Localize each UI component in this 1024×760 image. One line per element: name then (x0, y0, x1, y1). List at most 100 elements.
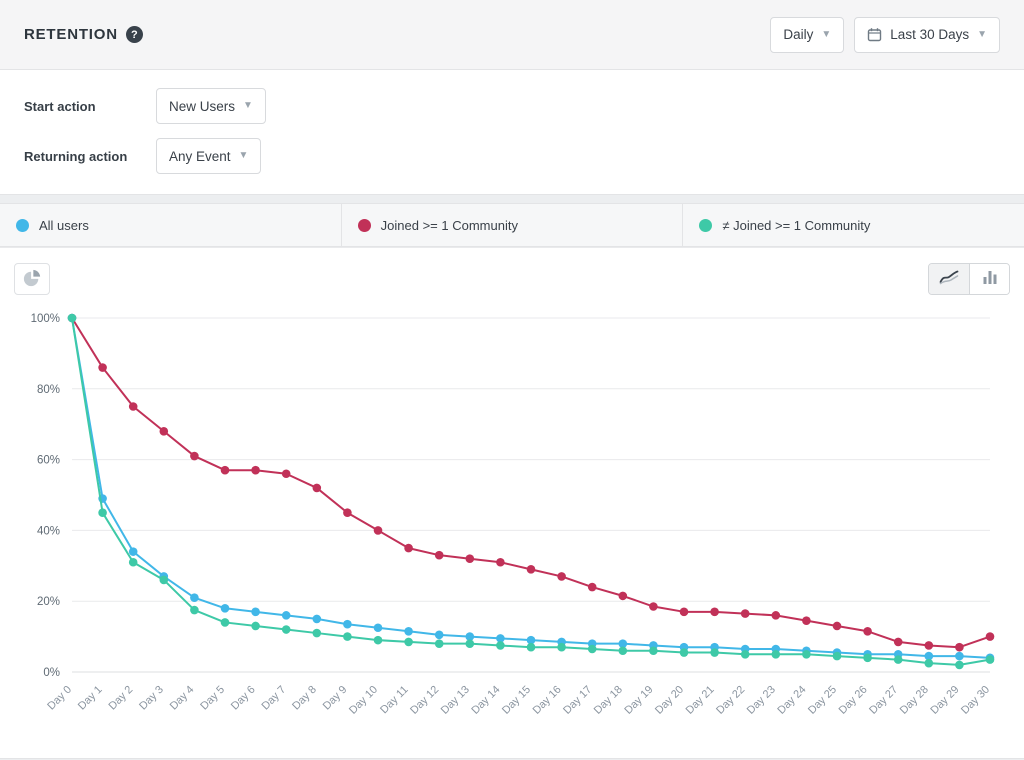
data-point[interactable] (680, 608, 689, 617)
date-range-dropdown[interactable]: Last 30 Days ▼ (854, 17, 1000, 53)
data-point[interactable] (772, 611, 781, 620)
data-point[interactable] (894, 638, 903, 647)
data-point[interactable] (619, 646, 628, 655)
data-point[interactable] (986, 655, 995, 664)
data-point[interactable] (955, 652, 964, 661)
data-point[interactable] (833, 622, 842, 631)
data-point[interactable] (435, 551, 444, 560)
data-point[interactable] (404, 627, 413, 636)
data-point[interactable] (98, 508, 107, 517)
data-point[interactable] (863, 627, 872, 636)
data-point[interactable] (435, 639, 444, 648)
data-point[interactable] (496, 558, 505, 567)
data-point[interactable] (190, 606, 199, 615)
data-point[interactable] (710, 648, 719, 657)
help-icon[interactable]: ? (126, 26, 143, 43)
granularity-dropdown[interactable]: Daily ▼ (770, 17, 844, 53)
data-point[interactable] (251, 608, 260, 617)
data-point[interactable] (894, 655, 903, 664)
data-point[interactable] (221, 618, 230, 627)
data-point[interactable] (251, 622, 260, 631)
data-point[interactable] (863, 654, 872, 663)
controls-panel: Start action New Users ▼ Returning actio… (0, 70, 1024, 195)
legend-item-joined-community[interactable]: Joined >= 1 Community (342, 204, 684, 246)
data-point[interactable] (925, 641, 934, 650)
data-point[interactable] (802, 616, 811, 625)
svg-text:Day 24: Day 24 (775, 684, 808, 717)
svg-text:Day 26: Day 26 (837, 684, 870, 717)
svg-text:40%: 40% (37, 525, 60, 537)
data-point[interactable] (129, 402, 138, 411)
data-point[interactable] (313, 629, 322, 638)
data-point[interactable] (955, 643, 964, 652)
legend-item-not-joined-community[interactable]: ≠ Joined >= 1 Community (683, 204, 1024, 246)
data-point[interactable] (680, 648, 689, 657)
data-point[interactable] (343, 620, 352, 629)
svg-text:Day 9: Day 9 (321, 684, 350, 713)
legend-item-all-users[interactable]: All users (0, 204, 342, 246)
data-point[interactable] (160, 576, 169, 585)
legend-label: All users (39, 218, 89, 233)
data-point[interactable] (527, 565, 536, 574)
data-point[interactable] (221, 604, 230, 613)
line-chart-view-button[interactable] (929, 264, 969, 294)
svg-text:Day 25: Day 25 (806, 684, 839, 717)
data-point[interactable] (98, 363, 107, 372)
data-point[interactable] (466, 639, 475, 648)
data-point[interactable] (772, 650, 781, 659)
data-point[interactable] (741, 650, 750, 659)
svg-text:60%: 60% (37, 455, 60, 467)
data-point[interactable] (466, 554, 475, 563)
svg-text:Day 3: Day 3 (137, 684, 166, 713)
data-point[interactable] (649, 646, 658, 655)
data-point[interactable] (374, 623, 383, 632)
bar-chart-view-button[interactable] (969, 264, 1009, 294)
svg-text:Day 29: Day 29 (928, 684, 961, 717)
data-point[interactable] (925, 659, 934, 668)
data-point[interactable] (160, 427, 169, 436)
data-point[interactable] (129, 547, 138, 556)
data-point[interactable] (343, 508, 352, 517)
data-point[interactable] (588, 583, 597, 592)
data-point[interactable] (986, 632, 995, 641)
data-point[interactable] (802, 650, 811, 659)
data-point[interactable] (833, 652, 842, 661)
data-point[interactable] (955, 661, 964, 670)
svg-text:Day 2: Day 2 (107, 684, 136, 713)
data-point[interactable] (374, 526, 383, 535)
data-point[interactable] (251, 466, 260, 475)
data-point[interactable] (557, 572, 566, 581)
segmentation-button[interactable] (14, 263, 50, 295)
retention-line-chart[interactable]: 0%20%40%60%80%100%Day 0Day 1Day 2Day 3Da… (14, 304, 1010, 752)
data-point[interactable] (190, 593, 199, 602)
data-point[interactable] (496, 641, 505, 650)
data-point[interactable] (190, 452, 199, 461)
data-point[interactable] (588, 645, 597, 654)
data-point[interactable] (221, 466, 230, 475)
data-point[interactable] (129, 558, 138, 567)
returning-action-dropdown[interactable]: Any Event ▼ (156, 138, 261, 174)
data-point[interactable] (527, 643, 536, 652)
data-point[interactable] (374, 636, 383, 645)
data-point[interactable] (313, 484, 322, 493)
data-point[interactable] (282, 469, 291, 478)
data-point[interactable] (557, 643, 566, 652)
data-point[interactable] (404, 638, 413, 647)
data-point[interactable] (282, 611, 291, 620)
data-point[interactable] (619, 592, 628, 601)
data-point[interactable] (435, 631, 444, 640)
data-point[interactable] (741, 609, 750, 618)
data-point[interactable] (649, 602, 658, 611)
data-point[interactable] (313, 615, 322, 624)
data-point[interactable] (343, 632, 352, 641)
chart-toolbar (14, 262, 1010, 296)
start-action-dropdown[interactable]: New Users ▼ (156, 88, 266, 124)
chevron-down-icon: ▼ (239, 151, 249, 161)
svg-text:Day 20: Day 20 (653, 684, 686, 717)
data-point[interactable] (404, 544, 413, 553)
legend-label: ≠ Joined >= 1 Community (722, 218, 870, 233)
data-point[interactable] (282, 625, 291, 634)
data-point[interactable] (68, 314, 77, 323)
chart-area: 0%20%40%60%80%100%Day 0Day 1Day 2Day 3Da… (14, 304, 1010, 757)
data-point[interactable] (710, 608, 719, 617)
